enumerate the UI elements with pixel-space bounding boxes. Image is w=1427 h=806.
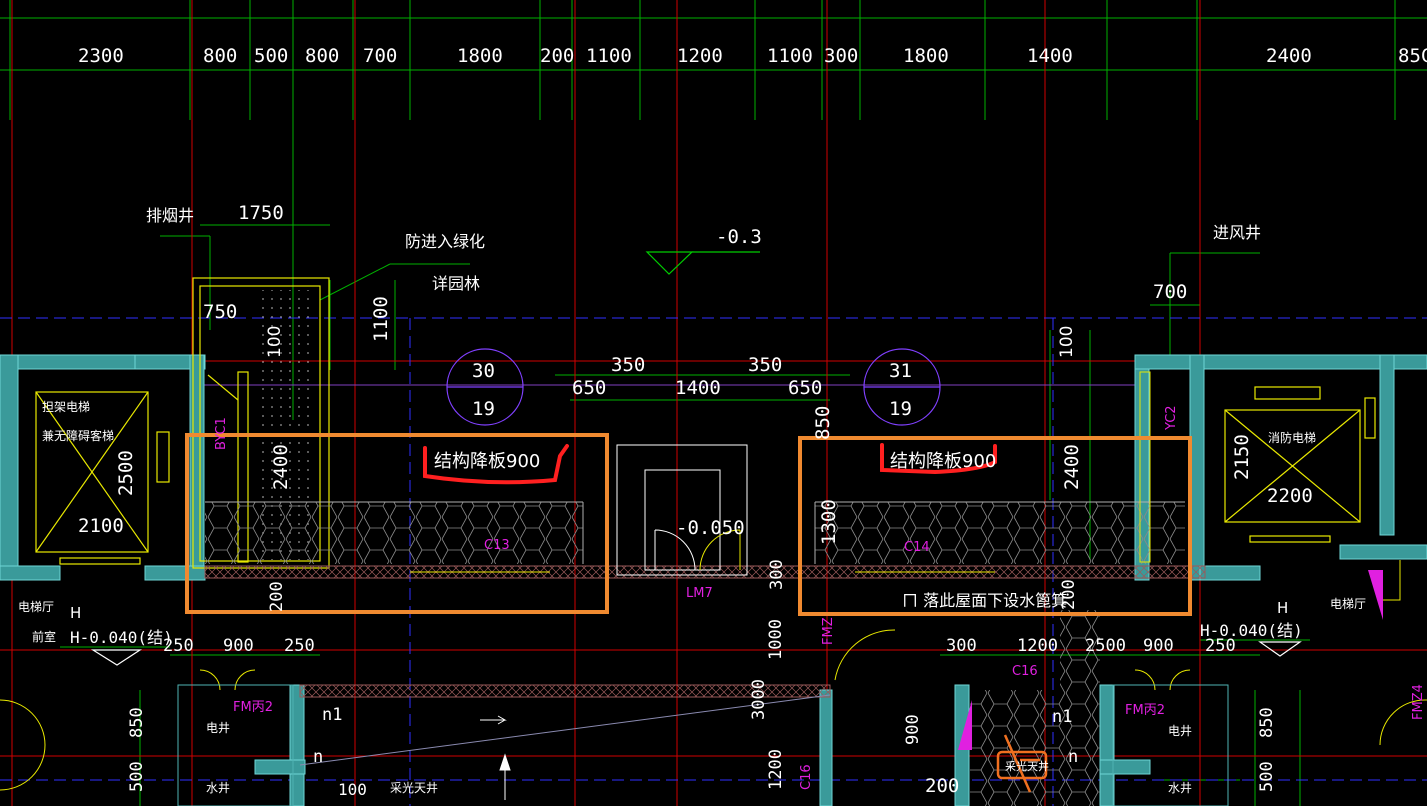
dim-850-bottom-left: 850 bbox=[127, 707, 147, 738]
landscape-ref-label: 详园林 bbox=[432, 274, 480, 293]
dim-750: 750 bbox=[203, 301, 237, 323]
dim-1000-v: 1000 bbox=[766, 619, 786, 660]
fm-left: FM丙2 bbox=[233, 700, 273, 715]
n-right: n bbox=[1068, 747, 1078, 767]
dim-100-bottom: 100 bbox=[338, 780, 367, 799]
dim-350-b: 350 bbox=[748, 354, 782, 376]
top-dimension-label: 300 bbox=[824, 45, 858, 67]
h-mark-left: H bbox=[70, 604, 81, 622]
dim-2200: 2200 bbox=[1267, 485, 1313, 507]
n-left: n bbox=[313, 747, 323, 767]
left-elevator-label-1: 担架电梯 bbox=[42, 400, 90, 414]
dim-700-right: 700 bbox=[1153, 281, 1187, 303]
skylight-left: 采光天井 bbox=[390, 781, 438, 795]
top-dimension-label: 2400 bbox=[1266, 45, 1312, 67]
dim-900-v: 900 bbox=[903, 714, 923, 745]
top-dimension-label: 200 bbox=[540, 45, 574, 67]
grid-bubble-19-b: 19 bbox=[889, 398, 912, 420]
dim-250-a: 250 bbox=[163, 636, 194, 656]
dim-2500-b: 2500 bbox=[1085, 636, 1126, 656]
level-h-left: H-0.040(结) bbox=[70, 628, 173, 647]
dim-350-a: 350 bbox=[611, 354, 645, 376]
dim-300-v: 300 bbox=[767, 559, 787, 590]
smoke-shaft-label: 排烟井 bbox=[146, 206, 194, 225]
c14-label: C14 bbox=[904, 540, 930, 555]
dim-850-bottom-right: 850 bbox=[1257, 707, 1277, 738]
fm-right: FM丙2 bbox=[1125, 703, 1165, 718]
dim-850: 850 bbox=[812, 406, 834, 440]
h-mark-right: H bbox=[1277, 599, 1288, 617]
left-elevator-label-2: 兼无障碍客梯 bbox=[42, 428, 114, 443]
elevator-hall-right: 电梯厅 bbox=[1330, 597, 1366, 611]
slab-drop-note-right: 结构降板900 bbox=[890, 451, 996, 472]
fmz-right: FMZ4 bbox=[1411, 684, 1426, 720]
dim-2400-right: 2400 bbox=[1061, 444, 1083, 490]
elec-shaft-left: 电井 bbox=[206, 721, 230, 735]
grid-bubble-30: 30 bbox=[472, 360, 495, 382]
top-dimension-label: 1100 bbox=[586, 45, 632, 67]
n1-left: n1 bbox=[322, 705, 342, 725]
dim-2150: 2150 bbox=[1231, 434, 1253, 480]
grid-bubble-19-a: 19 bbox=[472, 398, 495, 420]
dim-200-v1: 200 bbox=[267, 581, 287, 612]
c16-bottom: C16 bbox=[799, 764, 814, 790]
dim-650-a: 650 bbox=[572, 377, 606, 399]
dim-650-b: 650 bbox=[788, 377, 822, 399]
dim-3000: 3000 bbox=[749, 679, 769, 720]
top-dimension-label: 1800 bbox=[457, 45, 503, 67]
dim-250-b: 250 bbox=[284, 636, 315, 656]
top-dimension-label: 700 bbox=[363, 45, 397, 67]
dim-500-bottom-left: 500 bbox=[127, 761, 147, 792]
fire-elevator-label: 消防电梯 bbox=[1268, 430, 1316, 445]
dim-2400-left: 2400 bbox=[270, 444, 292, 490]
n1-right: n1 bbox=[1052, 707, 1072, 727]
elec-shaft-right: 电井 bbox=[1168, 724, 1192, 738]
top-dimension-label: 1100 bbox=[767, 45, 813, 67]
dim-300-a: 300 bbox=[946, 636, 977, 656]
fmz-left: FMZ bbox=[821, 617, 836, 645]
dim-200-bottom: 200 bbox=[925, 775, 959, 797]
top-dimension-label: 1200 bbox=[677, 45, 723, 67]
elevator-hall-left: 电梯厅 bbox=[18, 600, 54, 614]
dim-2500: 2500 bbox=[115, 450, 137, 496]
dim-500-bottom-right: 500 bbox=[1257, 761, 1277, 792]
dim-1100: 1100 bbox=[370, 296, 392, 342]
dim-1750: 1750 bbox=[238, 202, 284, 224]
dim-900-b: 900 bbox=[1143, 636, 1174, 656]
top-dimension-label: 1800 bbox=[903, 45, 949, 67]
dim-1200-a: 1200 bbox=[1017, 636, 1058, 656]
water-shaft-left: 水井 bbox=[206, 781, 230, 795]
gutter-note: ㄇ 落此屋面下设水篦箕 bbox=[902, 591, 1067, 610]
top-dimension-label: 85C bbox=[1398, 45, 1427, 67]
wall-byc1: BYC1 bbox=[214, 417, 229, 450]
dim-900-a: 900 bbox=[223, 636, 254, 656]
top-dimension-label: 800 bbox=[305, 45, 339, 67]
dim-1300: 1300 bbox=[818, 499, 840, 545]
top-dimension-label: 800 bbox=[203, 45, 237, 67]
dim-1200-v: 1200 bbox=[766, 749, 786, 790]
dim-2100: 2100 bbox=[78, 515, 124, 537]
door-lm7: LM7 bbox=[686, 586, 713, 601]
dim-1400: 1400 bbox=[675, 377, 721, 399]
skylight-right: 采光天井 bbox=[1005, 759, 1049, 773]
c13-label: C13 bbox=[484, 538, 510, 553]
top-dimension-label: 500 bbox=[254, 45, 288, 67]
top-dimension-label: 1400 bbox=[1027, 45, 1073, 67]
level-minus-0050: -0.050 bbox=[676, 517, 745, 539]
water-shaft-right: 水井 bbox=[1168, 781, 1192, 795]
slab-drop-note-left: 结构降板900 bbox=[434, 451, 540, 472]
front-room-label: 前室 bbox=[32, 629, 56, 644]
air-intake-shaft-label: 进风井 bbox=[1213, 223, 1261, 242]
c16-top: C16 bbox=[1012, 664, 1038, 679]
dim-100-left: 100 bbox=[265, 326, 285, 358]
dim-100-right: 100 bbox=[1057, 326, 1077, 358]
wall-yc2: YC2 bbox=[1164, 405, 1179, 431]
top-dimension-label: 2300 bbox=[78, 45, 124, 67]
dim-250-c: 250 bbox=[1205, 636, 1236, 656]
grid-bubble-31: 31 bbox=[889, 360, 912, 382]
anti-enter-green-label: 防进入绿化 bbox=[405, 232, 485, 251]
dim-200-v2: 200 bbox=[1059, 579, 1079, 610]
cad-drawing-canvas[interactable]: 2300 800 500 800 700 1800 200 1100 1200 1100 300 18… bbox=[0, 0, 1427, 806]
level-minus-03: -0.3 bbox=[716, 226, 762, 248]
